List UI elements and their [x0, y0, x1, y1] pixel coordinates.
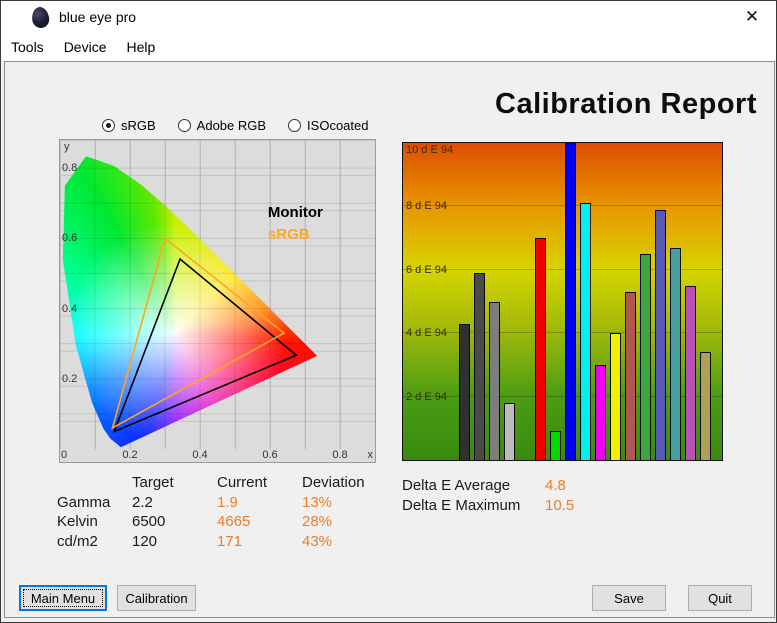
col-header-target: Target	[132, 474, 174, 491]
x-tick-label: 0.2	[122, 449, 138, 461]
menu-tools[interactable]: Tools	[11, 35, 54, 59]
radio-circle-icon	[288, 119, 302, 132]
radio-srgb[interactable]: sRGB	[102, 118, 156, 133]
gamut-legend: Monitor sRGB	[268, 202, 323, 246]
row-gamma-target: 2.2	[132, 493, 153, 511]
delta-e-tick-label: 10 d E 94	[406, 144, 454, 156]
y-tick-label: 0.2	[62, 372, 78, 385]
bar-gridline	[403, 205, 722, 207]
row-cdm2-label: cd/m2	[57, 532, 98, 550]
menu-bar: Tools Device Help	[1, 33, 776, 61]
delta-e-average-label: Delta E Average	[402, 476, 511, 494]
legend-monitor-label: Monitor	[267, 203, 323, 221]
delta-e-bar-2	[474, 272, 485, 460]
delta-e-bar-area: 2 d E 94 4 d E 94 6 d E 94 8 d E 94 10 d E 9…	[403, 143, 722, 460]
app-window: blue eye pro ✕ Tools Device Help Calibra…	[0, 0, 777, 623]
y-tick-label: 0.8	[62, 162, 78, 175]
delta-e-maximum-value: 10.5	[545, 496, 575, 514]
delta-e-tick-label: 6 d E 94	[406, 263, 447, 276]
main-menu-button[interactable]: Main Menu	[19, 585, 107, 611]
delta-e-bar-8	[580, 203, 591, 460]
row-cdm2-current: 171	[217, 532, 243, 550]
gamut-triangle-monitor	[114, 259, 296, 431]
delta-e-bar-9	[595, 364, 606, 460]
delta-e-bar-14	[670, 247, 681, 460]
delta-e-bar-12	[640, 253, 651, 460]
x-axis-letter: x	[367, 449, 374, 461]
delta-e-bar-5	[535, 238, 546, 460]
row-gamma-current: 1.9	[217, 493, 238, 511]
x-tick-label: 0.8	[332, 449, 348, 461]
delta-e-bar-6	[550, 431, 561, 460]
delta-e-bar-13	[655, 209, 666, 460]
radio-circle-icon	[177, 119, 191, 132]
delta-e-summary: Delta E Average 4.8 Delta E Maximum 10.5	[402, 475, 574, 515]
legend-srgb-label: sRGB	[267, 225, 310, 243]
chromaticity-diagram: y Monitor sRGB 0.2 0.4 0.6 0.8 x 0 0.2 0.4 0.6…	[59, 139, 376, 463]
save-button[interactable]: Save	[592, 585, 666, 611]
row-cdm2-deviation: 43%	[302, 532, 333, 550]
radio-srgb-label: sRGB	[121, 118, 156, 133]
delta-e-bar-4	[504, 402, 515, 460]
row-gamma-label: Gamma	[57, 493, 111, 511]
chromaticity-grid: y Monitor sRGB 0.2 0.4 0.6 0.8	[60, 140, 375, 449]
delta-e-bar-15	[685, 285, 696, 460]
radio-adobe-rgb-label: Adobe RGB	[196, 118, 267, 133]
row-gamma-deviation: 13%	[302, 493, 333, 511]
row-cdm2-target: 120	[132, 532, 158, 550]
y-tick-label: 0.6	[62, 232, 78, 245]
delta-e-tick-label: 8 d E 94	[406, 200, 447, 213]
col-header-deviation: Deviation	[302, 474, 365, 491]
menu-help[interactable]: Help	[126, 35, 165, 59]
calibration-button[interactable]: Calibration	[117, 585, 196, 611]
delta-e-bar-7	[565, 143, 576, 460]
delta-e-bar-3	[489, 301, 500, 460]
delta-e-tick-label: 4 d E 94	[406, 327, 447, 340]
title-bar: blue eye pro ✕	[1, 1, 776, 33]
y-tick-label: 0.4	[62, 302, 78, 315]
x-tick-label: 0.4	[192, 449, 208, 461]
col-header-empty	[57, 474, 132, 494]
radio-circle-icon	[102, 119, 115, 132]
window-title: blue eye pro	[59, 9, 137, 25]
row-kelvin-deviation: 28%	[302, 513, 333, 530]
gamut-triangle-srgb	[113, 238, 284, 428]
quit-button[interactable]: Quit	[688, 585, 752, 611]
row-kelvin-current: 4665	[217, 513, 251, 530]
y-axis-letter: y	[64, 141, 70, 153]
measurements-table: Target Current Deviation Gamma 2.2 1.9 1…	[57, 474, 397, 552]
delta-e-maximum-label: Delta E Maximum	[402, 496, 521, 514]
delta-e-tick-label: 2 d E 94	[406, 390, 447, 403]
page-title: Calibration Report	[495, 88, 757, 120]
row-kelvin-label: Kelvin	[57, 513, 98, 530]
row-kelvin-target: 6500	[132, 513, 166, 530]
radio-adobe-rgb[interactable]: Adobe RGB	[177, 118, 267, 133]
radio-isocoated[interactable]: ISOcoated	[288, 118, 368, 133]
gamut-triangles-svg	[60, 140, 375, 449]
delta-e-bar-11	[625, 292, 636, 460]
delta-e-bar-10	[610, 333, 621, 460]
delta-e-bar-16	[700, 352, 711, 460]
delta-e-bar-1	[459, 323, 470, 460]
delta-e-bar-chart: 2 d E 94 4 d E 94 6 d E 94 8 d E 94 10 d E 9…	[402, 142, 723, 461]
radio-isocoated-label: ISOcoated	[307, 118, 369, 133]
col-header-current: Current	[217, 474, 268, 491]
content-panel: Calibration Report sRGB Adobe RGB ISOcoa…	[4, 61, 775, 618]
profile-radio-group: sRGB Adobe RGB ISOcoated	[102, 118, 368, 133]
x-axis-strip: x 0 0.2 0.4 0.6 0.8	[60, 449, 375, 462]
x-tick-label: 0.6	[262, 449, 278, 461]
menu-device[interactable]: Device	[64, 35, 117, 59]
delta-e-average-value: 4.8	[545, 476, 566, 494]
app-egg-icon	[30, 5, 51, 30]
x-tick-label: 0	[61, 449, 68, 461]
close-icon[interactable]: ✕	[738, 5, 766, 29]
